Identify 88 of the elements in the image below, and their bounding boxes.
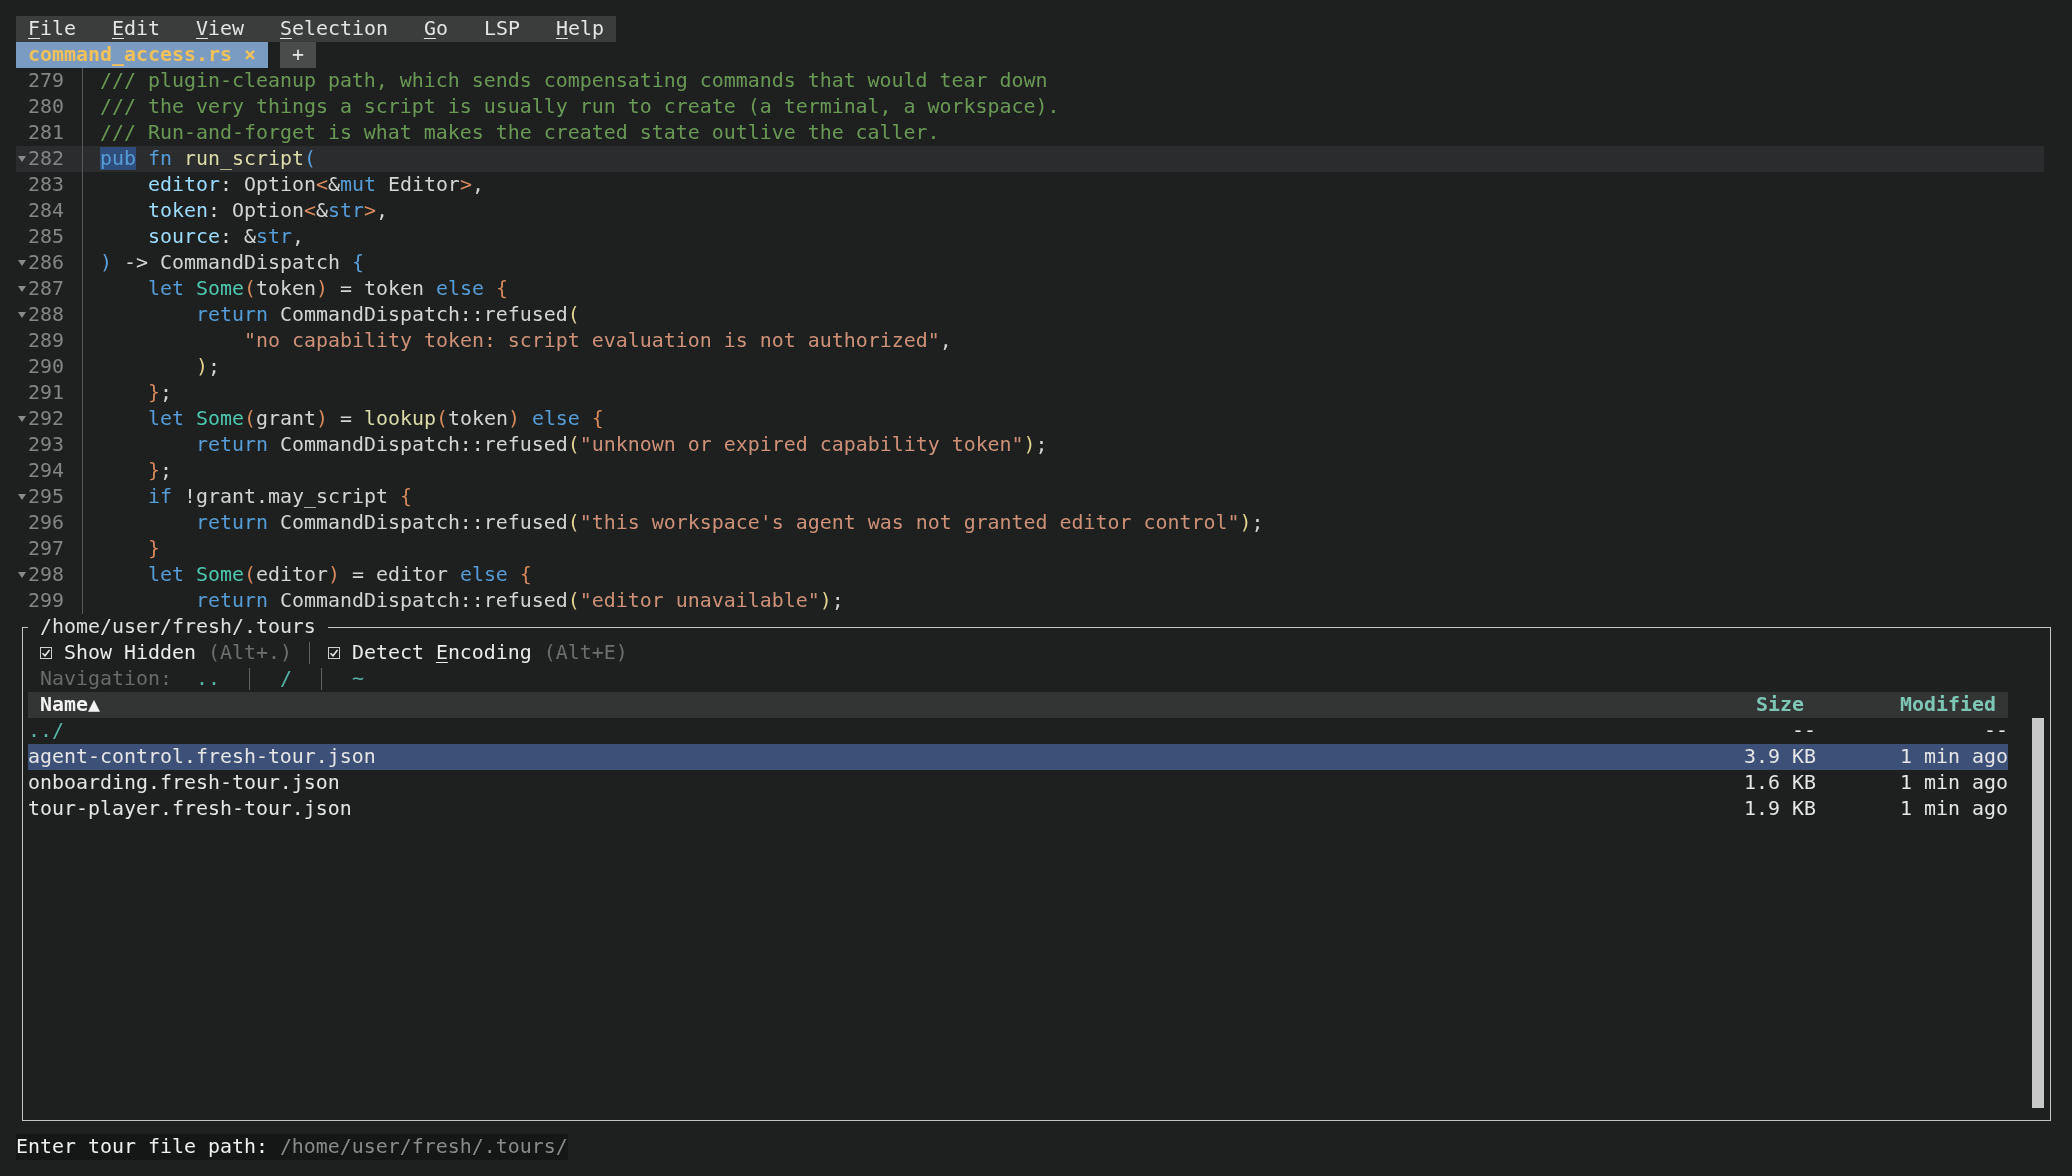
file-row[interactable]: onboarding.fresh-tour.json 1.6 KB 1 min ago bbox=[28, 770, 2008, 796]
line-number: 292 bbox=[28, 406, 64, 432]
navigation-label: Navigation: bbox=[40, 666, 172, 692]
menu-item[interactable]: File bbox=[28, 16, 76, 42]
code-line: /// the very things a script is usually run to create (a terminal, a workspace). bbox=[100, 94, 1060, 120]
line-number: 297 bbox=[28, 536, 64, 562]
line-number: 299 bbox=[28, 588, 64, 614]
line-number: 293 bbox=[28, 432, 64, 458]
checkbox-toggle[interactable]: Detect Encoding bbox=[327, 640, 532, 666]
caret-down-icon[interactable] bbox=[18, 260, 26, 266]
panel-title: /home/user/fresh/.tours bbox=[40, 615, 316, 638]
line-number: 298 bbox=[28, 562, 64, 588]
prompt-label: Enter tour file path: bbox=[16, 1134, 268, 1160]
caret-down-icon[interactable] bbox=[18, 286, 26, 292]
table-cell-text: 1.6 KB bbox=[1743, 770, 1816, 796]
line-number: 289 bbox=[28, 328, 64, 354]
table-cell: 1 min ago bbox=[1900, 770, 2008, 796]
code-line: token: Option<&str>, bbox=[148, 198, 388, 224]
line-number: 282 bbox=[28, 146, 64, 172]
caret-down-icon[interactable] bbox=[18, 494, 26, 500]
checkbox-toggle[interactable]: Show Hidden bbox=[40, 640, 196, 666]
path-input-field[interactable]: /home/user/fresh/.tours/ bbox=[279, 1134, 568, 1160]
line-number: 288 bbox=[28, 302, 64, 328]
table-cell-text: onboarding.fresh-tour.json bbox=[28, 770, 341, 796]
line-number: 284 bbox=[28, 198, 64, 224]
file-row[interactable]: agent-control.fresh-tour.json 3.9 KB 1 min ago bbox=[28, 744, 2008, 770]
caret-down-icon[interactable] bbox=[18, 416, 26, 422]
code-line: let Some(grant) = lookup(token) else { bbox=[148, 406, 604, 432]
table-cell-text: -- bbox=[1791, 718, 1816, 744]
code-line: } bbox=[148, 536, 160, 562]
code-line: pub fn run_script( bbox=[100, 146, 316, 172]
table-cell: 1 min ago bbox=[1900, 796, 2008, 822]
column-header[interactable]: Modified bbox=[1900, 692, 2008, 718]
code-line: let Some(editor) = editor else { bbox=[148, 562, 532, 588]
file-row[interactable]: ../ -- -- bbox=[28, 718, 2008, 744]
code-line: }; bbox=[148, 458, 172, 484]
code-line: ); bbox=[196, 354, 220, 380]
line-number: 281 bbox=[28, 120, 64, 146]
caret-down-icon[interactable] bbox=[18, 312, 26, 318]
menu-item[interactable]: LSP bbox=[483, 16, 520, 42]
code-line: ) -> CommandDispatch { bbox=[100, 250, 364, 276]
column-header[interactable]: Size bbox=[1696, 692, 1816, 718]
scrollbar-thumb[interactable] bbox=[2032, 718, 2044, 1108]
table-cell-text: 3.9 KB bbox=[1743, 744, 1816, 770]
nav-link[interactable]: ~ bbox=[351, 666, 364, 692]
menu-item[interactable]: Help bbox=[555, 16, 604, 42]
caret-down-icon[interactable] bbox=[18, 156, 26, 162]
nav-link[interactable]: .. bbox=[195, 666, 220, 692]
code-line: return CommandDispatch::refused( bbox=[196, 302, 580, 328]
menu-item[interactable]: Edit bbox=[112, 16, 160, 42]
code-line: let Some(token) = token else { bbox=[148, 276, 508, 302]
code-line: }; bbox=[148, 380, 172, 406]
code-line: return CommandDispatch::refused("this workspace's agent was not granted editor control"); bbox=[196, 510, 1264, 536]
line-number: 285 bbox=[28, 224, 64, 250]
line-number: 296 bbox=[28, 510, 64, 536]
caret-down-icon[interactable] bbox=[18, 572, 26, 578]
code-line: "no capability token: script evaluation is not authorized", bbox=[244, 328, 952, 354]
line-number: 295 bbox=[28, 484, 64, 510]
line-number: 279 bbox=[28, 68, 64, 94]
shortcut-hint: (Alt+E) bbox=[543, 640, 628, 666]
table-cell: 1 min ago bbox=[1900, 744, 2008, 770]
line-number: 294 bbox=[28, 458, 64, 484]
line-number: 280 bbox=[28, 94, 64, 120]
code-line: /// plugin-cleanup path, which sends compensating commands that would tear down bbox=[100, 68, 1048, 94]
code-line: return CommandDispatch::refused("editor unavailable"); bbox=[196, 588, 844, 614]
line-number: 291 bbox=[28, 380, 64, 406]
line-number: 286 bbox=[28, 250, 64, 276]
code-line: return CommandDispatch::refused("unknown or expired capability token"); bbox=[196, 432, 1048, 458]
menu-item[interactable]: View bbox=[195, 16, 244, 42]
line-number: 283 bbox=[28, 172, 64, 198]
line-number: 287 bbox=[28, 276, 64, 302]
table-cell-text: -- bbox=[1983, 718, 2008, 744]
column-header[interactable]: Name▲ bbox=[28, 692, 1612, 718]
menu-item[interactable]: Selection bbox=[279, 16, 388, 42]
code-line: editor: Option<&mut Editor>, bbox=[148, 172, 484, 198]
table-cell-text: ../ bbox=[28, 718, 65, 744]
code-line: /// Run-and-forget is what makes the created state outlive the caller. bbox=[100, 120, 940, 146]
file-row[interactable]: tour-player.fresh-tour.json 1.9 KB 1 min ago bbox=[28, 796, 2008, 822]
code-line: if !grant.may_script { bbox=[148, 484, 412, 510]
shortcut-hint: (Alt+.) bbox=[207, 640, 292, 666]
table-cell-text: tour-player.fresh-tour.json bbox=[28, 796, 353, 822]
table-cell-text: agent-control.fresh-tour.json bbox=[28, 744, 377, 770]
new-tab-button[interactable]: + bbox=[279, 42, 316, 68]
code-line: source: &str, bbox=[148, 224, 304, 250]
nav-link[interactable]: / bbox=[279, 666, 292, 692]
line-number: 290 bbox=[28, 354, 64, 380]
table-cell-text: 1.9 KB bbox=[1743, 796, 1816, 822]
menu-item[interactable]: Go bbox=[423, 16, 448, 42]
